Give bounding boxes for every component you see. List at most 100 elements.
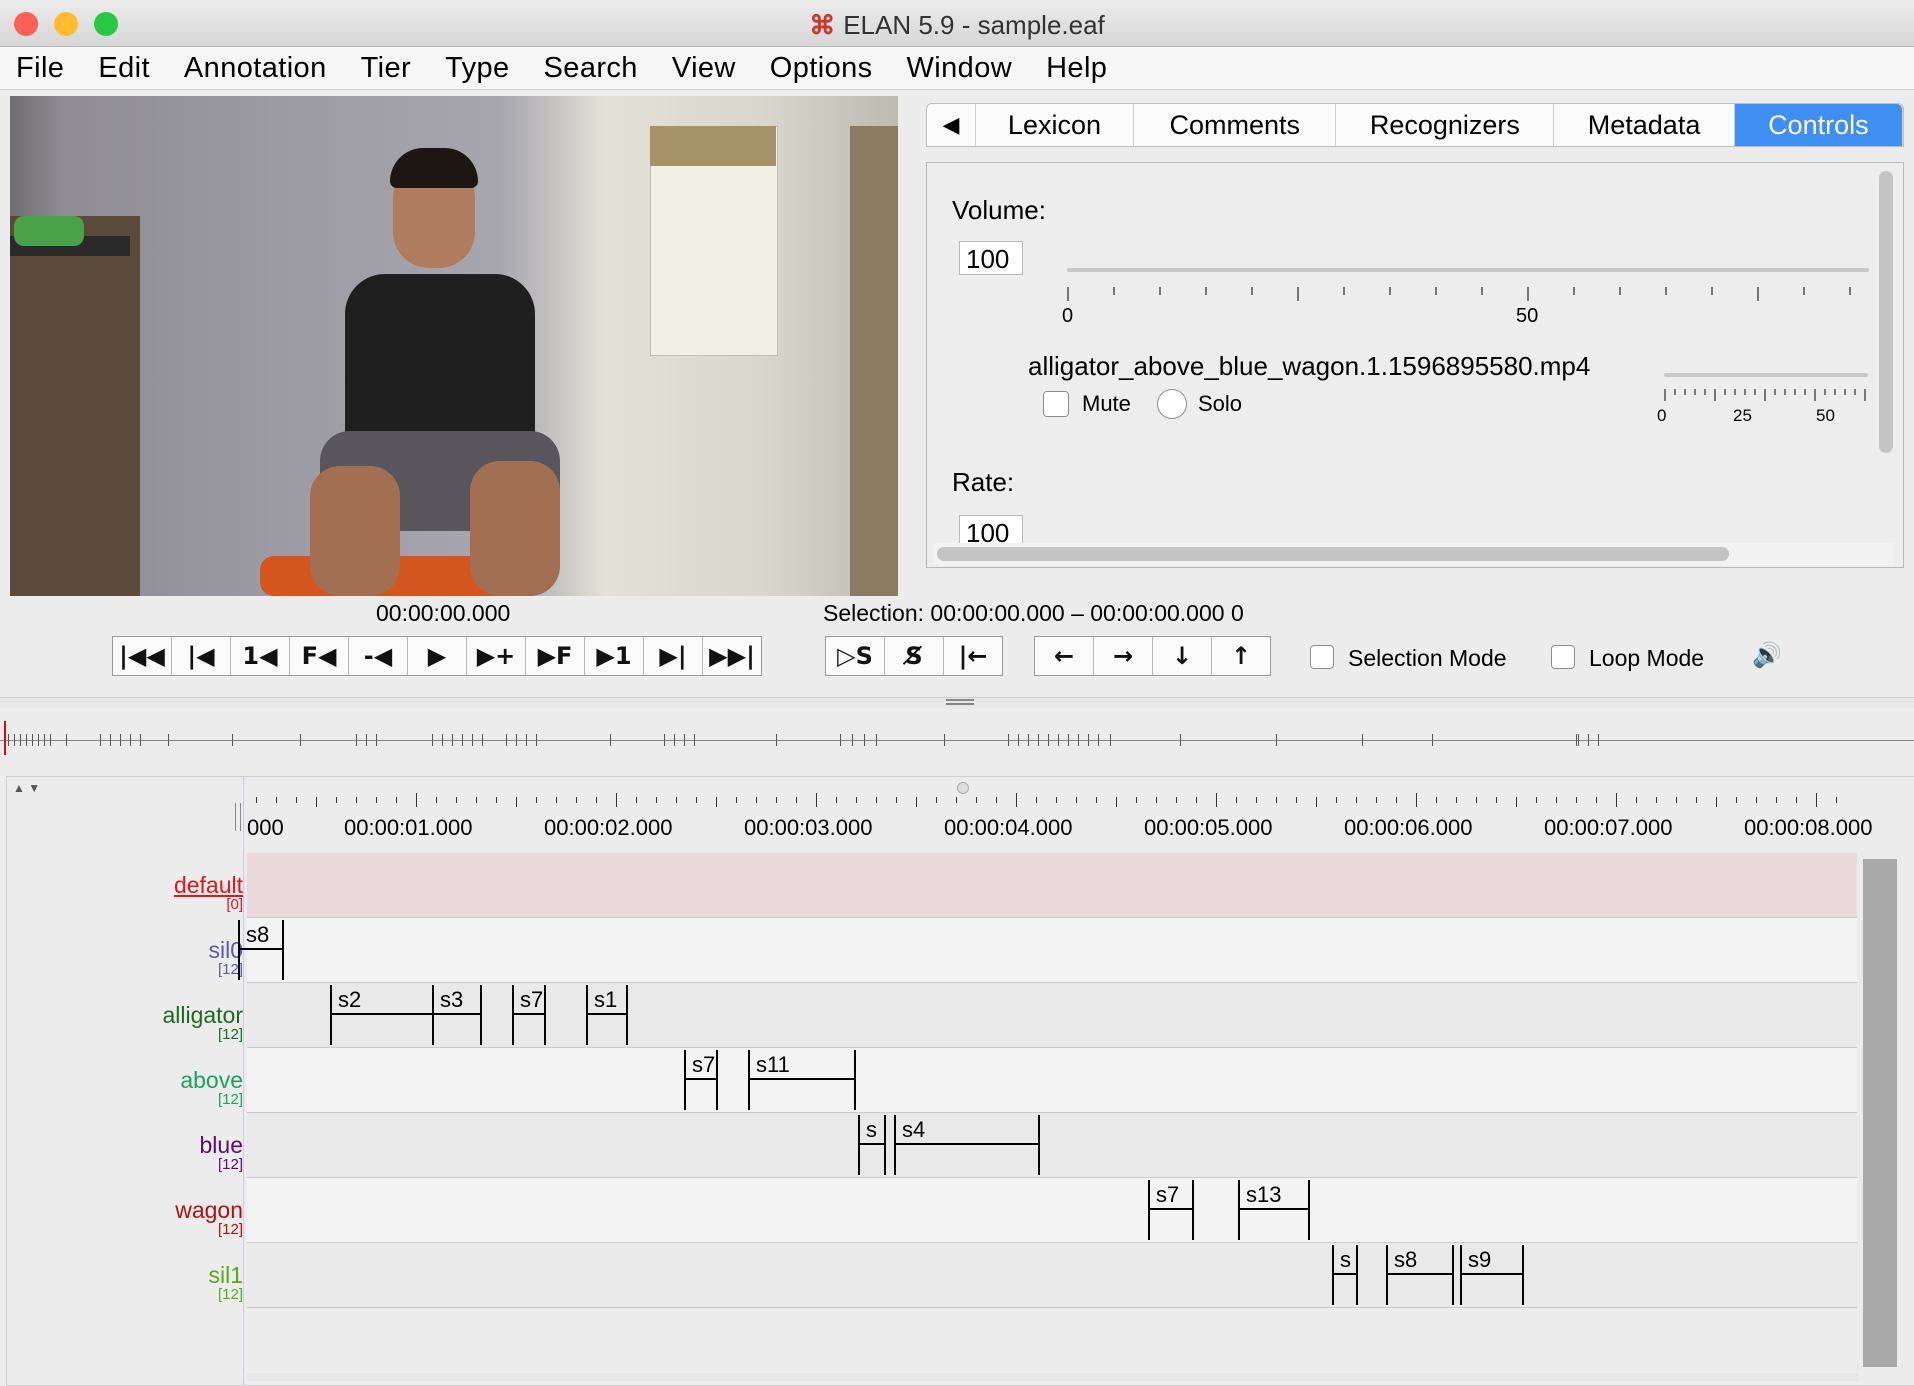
overview-tick — [1038, 734, 1039, 746]
tier-row-sil1[interactable]: s s8 s9 — [247, 1243, 1857, 1308]
arrow-down-button[interactable]: ↓ — [1153, 637, 1212, 675]
tier-annotation-count: [12] — [217, 961, 243, 978]
previous-scrollview-button[interactable]: |◀ — [172, 637, 231, 675]
video-person-leg-right — [470, 461, 560, 596]
go-to-end-button[interactable]: ▶▶| — [703, 637, 761, 675]
tier-row-blue[interactable]: s s4 — [247, 1113, 1857, 1178]
menu-type[interactable]: Type — [429, 52, 527, 85]
tab-lexicon[interactable]: Lexicon — [976, 104, 1135, 146]
menu-tier[interactable]: Tier — [345, 52, 429, 85]
annotation-label[interactable]: s7 — [518, 987, 545, 1013]
mute-checkbox[interactable] — [1043, 391, 1069, 417]
annotation-label[interactable]: s — [1338, 1247, 1353, 1273]
annotation-label[interactable]: s3 — [438, 987, 465, 1013]
tab-back-arrow-icon[interactable]: ◀ — [927, 104, 976, 146]
annotation-label[interactable]: s4 — [900, 1117, 927, 1143]
menu-file[interactable]: File — [0, 52, 82, 85]
previous-second-button[interactable]: 1◀ — [231, 637, 290, 675]
previous-frame-button[interactable]: F◀ — [290, 637, 349, 675]
play-button[interactable]: ▶ — [408, 637, 467, 675]
slider-tick — [1704, 389, 1706, 395]
next-second-button[interactable]: ▶1 — [585, 637, 644, 675]
timeline-overview[interactable] — [0, 716, 1914, 768]
tier-row-above[interactable]: s7 s11 — [247, 1048, 1857, 1113]
tier-label-alligator[interactable]: alligator [12] — [7, 1003, 243, 1043]
overview-tick — [366, 734, 367, 746]
clear-selection-button[interactable]: S̸ — [885, 637, 944, 675]
annotation-label[interactable]: s13 — [1244, 1182, 1283, 1208]
next-pixel-button[interactable]: ▶+ — [467, 637, 526, 675]
ruler-tick — [1376, 797, 1377, 803]
menu-annotation[interactable]: Annotation — [168, 52, 345, 85]
menu-search[interactable]: Search — [528, 52, 656, 85]
volume-field[interactable]: 100 — [959, 241, 1023, 275]
tier-label-sil0[interactable]: sil0 [12] — [7, 938, 243, 978]
ruler-tick — [396, 797, 397, 803]
play-selection-button[interactable]: ▷S — [826, 637, 885, 675]
annotation-segment-line — [512, 1013, 544, 1015]
annotation-boundary — [684, 1050, 686, 1110]
annotation-label[interactable]: s8 — [244, 922, 271, 948]
volume-speaker-icon[interactable]: 🔊 — [1752, 641, 1782, 670]
tab-recognizers[interactable]: Recognizers — [1336, 104, 1555, 146]
tab-comments[interactable]: Comments — [1134, 104, 1337, 146]
tier-row-default[interactable] — [247, 853, 1857, 918]
loop-mode-checkbox[interactable] — [1551, 645, 1575, 669]
annotation-label[interactable]: s — [864, 1117, 879, 1143]
annotation-label[interactable]: s7 — [690, 1052, 717, 1078]
menu-help[interactable]: Help — [1030, 52, 1125, 85]
controls-horizontal-scrollbar[interactable] — [937, 547, 1729, 561]
split-pane-divider[interactable] — [0, 697, 1914, 708]
tier-row-alligator[interactable]: s2 s3 s7 s1 — [247, 983, 1857, 1048]
annotation-boundary — [586, 985, 588, 1045]
tier-label-blue[interactable]: blue [12] — [7, 1133, 243, 1173]
tier-label-above[interactable]: above [12] — [7, 1068, 243, 1108]
slider-tick — [1714, 389, 1716, 401]
ruler-tick — [996, 797, 997, 803]
tab-controls[interactable]: Controls — [1734, 104, 1903, 146]
solo-radio[interactable] — [1157, 389, 1187, 419]
annotation-label[interactable]: s1 — [592, 987, 619, 1013]
media-tick-label-0: 0 — [1657, 406, 1667, 425]
timeline-vertical-scrollbar[interactable] — [1863, 859, 1897, 1367]
ruler-tick — [716, 797, 717, 807]
arrow-right-button[interactable]: → — [1094, 637, 1153, 675]
video-viewer[interactable] — [10, 96, 898, 596]
tier-label-sil1[interactable]: sil1 [12] — [7, 1263, 243, 1303]
menu-view[interactable]: View — [656, 52, 754, 85]
slider-tick — [1664, 389, 1666, 401]
timeline-horizontal-scrollbar[interactable] — [247, 1373, 1859, 1381]
annotation-label[interactable]: s11 — [754, 1052, 792, 1078]
tier-label-default[interactable]: default [0] — [7, 873, 243, 913]
annotation-segment-line — [1332, 1273, 1356, 1275]
previous-pixel-button[interactable]: -◀ — [349, 637, 408, 675]
media-volume-slider[interactable] — [1664, 373, 1868, 377]
annotation-label[interactable]: s9 — [1466, 1247, 1493, 1273]
tier-row-sil0[interactable]: s8 — [238, 918, 1857, 983]
controls-vertical-scrollbar[interactable] — [1879, 171, 1893, 453]
overview-tick — [1588, 734, 1589, 746]
menu-edit[interactable]: Edit — [82, 52, 168, 85]
overview-tick — [1180, 734, 1181, 746]
tier-label-wagon[interactable]: wagon [12] — [7, 1198, 243, 1238]
tier-sort-arrows-icon[interactable]: ▲ ▼ — [13, 781, 40, 795]
ruler-tick — [696, 797, 697, 803]
volume-slider[interactable] — [1067, 268, 1869, 272]
video-shelf — [850, 126, 898, 596]
overview-tick — [944, 734, 945, 746]
menu-options[interactable]: Options — [754, 52, 891, 85]
arrow-up-button[interactable]: ↑ — [1212, 637, 1270, 675]
annotation-label[interactable]: s7 — [1154, 1182, 1181, 1208]
go-to-start-button[interactable]: |◀◀ — [113, 637, 172, 675]
next-frame-button[interactable]: ▶F — [526, 637, 585, 675]
selection-mode-checkbox[interactable] — [1310, 645, 1334, 669]
annotation-label[interactable]: s2 — [336, 987, 363, 1013]
media-tick-label-50: 50 — [1816, 406, 1835, 425]
annotation-label[interactable]: s8 — [1392, 1247, 1419, 1273]
tab-metadata[interactable]: Metadata — [1554, 104, 1735, 146]
move-to-selection-boundary-button[interactable]: |← — [944, 637, 1002, 675]
next-scrollview-button[interactable]: ▶| — [644, 637, 703, 675]
arrow-left-button[interactable]: ← — [1035, 637, 1094, 675]
menu-window[interactable]: Window — [891, 52, 1031, 85]
tier-row-wagon[interactable]: s7 s13 — [247, 1178, 1857, 1243]
